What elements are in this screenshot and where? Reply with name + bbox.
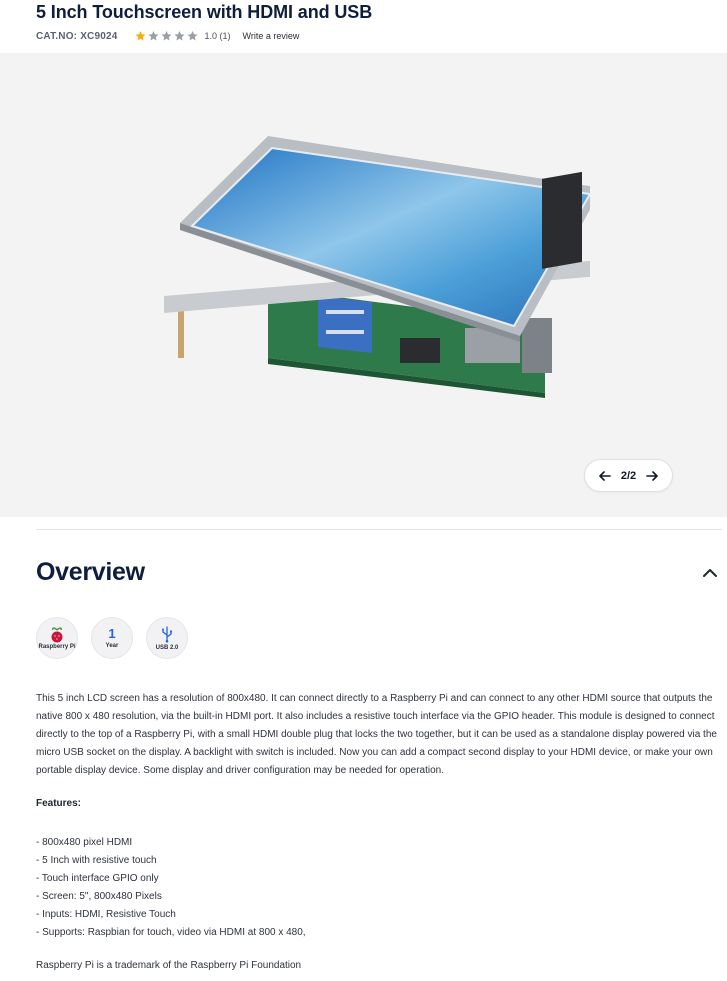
arrow-right-icon[interactable] <box>646 470 658 481</box>
pager-count: 2/2 <box>620 469 637 482</box>
list-item: - 800x480 pixel HDMI <box>36 837 133 848</box>
star-empty-icon <box>174 31 185 41</box>
product-meta: CAT.NO: XC9024 1.0 (1) Write a review <box>36 29 299 43</box>
trademark-note: Raspberry Pi is a trademark of the Raspb… <box>36 960 302 971</box>
list-item: - Screen: 5", 800x480 Pixels <box>36 891 162 902</box>
arrow-left-icon[interactable] <box>599 470 611 481</box>
product-gallery: 2/2 <box>0 53 727 517</box>
catalog-number: CAT.NO: XC9024 <box>36 30 118 42</box>
write-review-link[interactable]: Write a review <box>243 31 300 41</box>
usb-icon <box>162 625 172 642</box>
badge-label: USB 2.0 <box>155 644 179 651</box>
gallery-pager: 2/2 <box>584 459 673 492</box>
features-list: - 800x480 pixel HDMI - 5 Inch with resis… <box>36 834 306 942</box>
rating-stars[interactable] <box>134 30 199 42</box>
product-description: This 5 inch LCD screen has a resolution … <box>36 693 717 776</box>
badge-usb: USB 2.0 <box>146 617 188 659</box>
list-item: - Touch interface GPIO only <box>36 873 159 884</box>
feature-badges: Raspberry Pi 1 Year USB 2.0 <box>36 617 188 659</box>
product-title: 5 Inch Touchscreen with HDMI and USB <box>36 2 373 22</box>
product-image[interactable] <box>150 128 590 403</box>
overview-heading[interactable]: Overview <box>36 558 145 587</box>
raspberry-pi-icon <box>51 627 63 643</box>
star-empty-icon <box>187 31 198 41</box>
section-divider <box>36 529 722 530</box>
list-item: - Supports: Raspbian for touch, video vi… <box>36 927 306 938</box>
features-heading: Features: <box>36 798 82 809</box>
star-empty-icon <box>161 31 172 41</box>
badge-label: Year <box>105 643 119 649</box>
rating-value[interactable]: 1.0 (1) <box>205 31 231 41</box>
badge-warranty: 1 Year <box>91 617 133 659</box>
badge-value: 1 <box>108 626 116 641</box>
badge-label: Raspberry Pi <box>38 644 76 650</box>
star-filled-icon <box>135 31 146 41</box>
list-item: - 5 Inch with resistive touch <box>36 855 157 866</box>
star-empty-icon <box>148 31 159 41</box>
chevron-up-icon[interactable] <box>700 565 720 581</box>
badge-raspberry-pi: Raspberry Pi <box>36 617 78 659</box>
list-item: - Inputs: HDMI, Resistive Touch <box>36 909 176 920</box>
